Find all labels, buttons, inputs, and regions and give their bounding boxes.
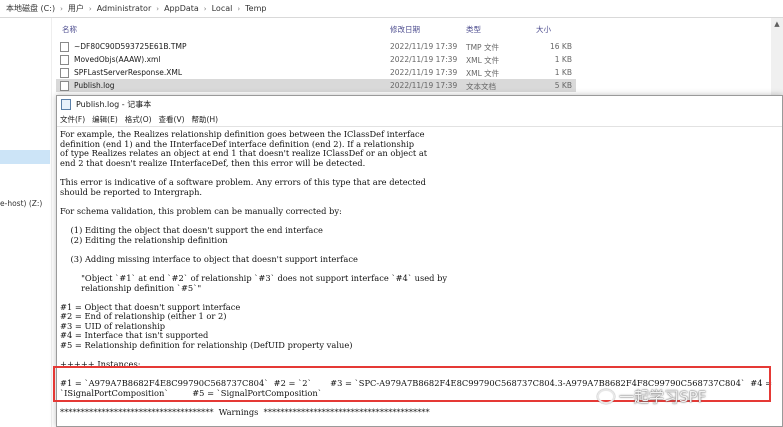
text-line: #2 = End of relationship (either 1 or 2) — [60, 311, 227, 322]
breadcrumb-separator-icon: › — [88, 4, 92, 13]
column-header-date[interactable]: 修改日期 — [390, 24, 420, 35]
menu-bar: 文件(F) 编辑(E) 格式(O) 查看(V) 帮助(H) — [57, 113, 782, 126]
text-line: #5 = Relationship definition for relatio… — [60, 340, 353, 351]
column-header-name[interactable]: 名称 — [62, 24, 77, 35]
file-row-selected[interactable]: Publish.log 2022/11/19 17:39 文本文档 5 KB — [56, 79, 576, 92]
breadcrumb-separator-icon: › — [203, 4, 207, 13]
file-type: 文本文档 — [466, 82, 496, 91]
file-icon — [60, 42, 69, 52]
address-bar[interactable]: 本地磁盘 (C:) › 用户 › Administrator › AppData… — [0, 0, 783, 18]
file-size: 1 KB — [554, 68, 572, 77]
text-line — [60, 351, 782, 361]
menu-file[interactable]: 文件(F) — [60, 114, 85, 125]
window-title: Publish.log - 记事本 — [76, 100, 152, 109]
file-row[interactable]: MovedObjs(AAAW).xml 2022/11/19 17:39 XML… — [56, 53, 576, 66]
breadcrumb-users[interactable]: 用户 — [66, 3, 86, 14]
file-date: 2022/11/19 17:39 — [390, 42, 458, 51]
file-name: MovedObjs(AAAW).xml — [74, 55, 161, 64]
menu-help[interactable]: 帮助(H) — [192, 114, 219, 125]
file-name: ~DF80C90D593725E61B.TMP — [74, 42, 187, 51]
scroll-up-icon[interactable]: ▲ — [771, 18, 783, 30]
notepad-icon — [61, 99, 71, 110]
file-row[interactable]: SPFLastServerResponse.XML 2022/11/19 17:… — [56, 66, 576, 79]
text-line: should be reported to Intergraph. — [60, 186, 203, 197]
file-type: XML 文件 — [466, 56, 500, 65]
file-name: SPFLastServerResponse.XML — [74, 68, 183, 77]
breadcrumb-separator-icon: › — [237, 4, 241, 13]
breadcrumb-administrator[interactable]: Administrator — [95, 4, 154, 13]
file-size: 16 KB — [550, 42, 572, 51]
navigation-pane: e-host) (Z:) — [0, 18, 52, 427]
column-header-row: 名称 修改日期 类型 大小 — [56, 22, 783, 36]
file-date: 2022/11/19 17:39 — [390, 81, 458, 90]
file-icon — [60, 55, 69, 65]
menu-format[interactable]: 格式(O) — [125, 114, 152, 125]
watermark: 一起学习SPF — [597, 384, 706, 408]
file-date: 2022/11/19 17:39 — [390, 55, 458, 64]
file-icon — [60, 81, 69, 91]
file-type: XML 文件 — [466, 69, 500, 78]
wechat-logo-icon — [597, 388, 615, 404]
nav-selected-item[interactable] — [0, 150, 50, 164]
menu-view[interactable]: 查看(V) — [159, 114, 185, 125]
watermark-text: 一起学习SPF — [619, 387, 707, 406]
notepad-title-bar[interactable]: Publish.log - 记事本 — [57, 96, 782, 113]
breadcrumb-appdata[interactable]: AppData — [162, 4, 201, 13]
nav-item-network-drive[interactable]: e-host) (Z:) — [0, 199, 42, 208]
file-type: TMP 文件 — [466, 43, 499, 52]
text-line: (3) Adding missing interface to object t… — [60, 253, 358, 264]
menu-edit[interactable]: 编辑(E) — [92, 114, 118, 125]
column-header-type[interactable]: 类型 — [466, 24, 481, 35]
file-row[interactable]: ~DF80C90D593725E61B.TMP 2022/11/19 17:39… — [56, 40, 576, 53]
breadcrumb-drive[interactable]: 本地磁盘 (C:) — [4, 3, 57, 14]
text-line: end 2 that doesn't realize IInterfaceDef… — [60, 157, 366, 168]
breadcrumb-separator-icon: › — [156, 4, 160, 13]
file-size: 5 KB — [554, 81, 572, 90]
breadcrumb-local[interactable]: Local — [210, 4, 235, 13]
text-line: (2) Editing the relationship definition — [60, 234, 228, 245]
file-size: 1 KB — [554, 55, 572, 64]
column-header-size[interactable]: 大小 — [536, 24, 551, 35]
text-line: ************************************* Wa… — [60, 407, 430, 418]
file-date: 2022/11/19 17:39 — [390, 68, 458, 77]
file-name: Publish.log — [74, 81, 115, 90]
text-line: For schema validation, this problem can … — [60, 205, 342, 216]
file-icon — [60, 68, 69, 78]
breadcrumb-separator-icon: › — [60, 4, 63, 13]
text-line: relationship definition `#5`" — [60, 282, 202, 293]
breadcrumb-temp[interactable]: Temp — [243, 4, 268, 13]
